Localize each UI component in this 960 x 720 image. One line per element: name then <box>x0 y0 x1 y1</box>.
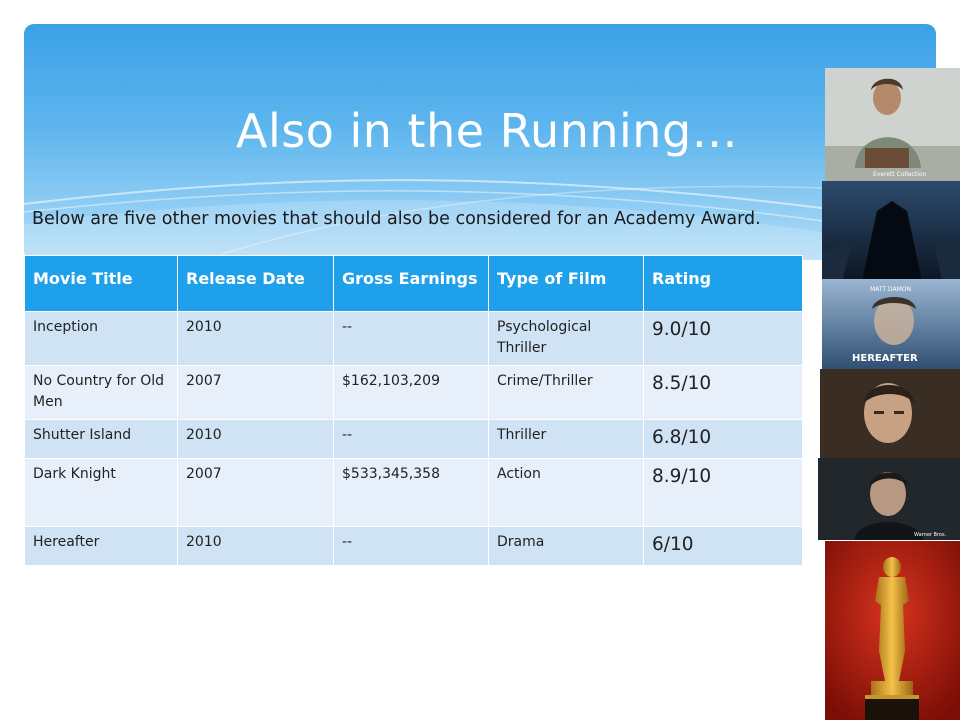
table-row: Hereafter 2010 -- Drama 6/10 <box>24 526 803 566</box>
cell-rating: 6.8/10 <box>643 419 803 459</box>
cell-movie-title: Hereafter <box>24 526 178 566</box>
table-row: Shutter Island 2010 -- Thriller 6.8/10 <box>24 419 803 459</box>
table-row: No Country for Old Men 2007 $162,103,209… <box>24 365 803 420</box>
cell-release-date: 2010 <box>177 526 334 566</box>
poster-caption: Warner Bros. <box>914 532 947 538</box>
table-row: Dark Knight 2007 $533,345,358 Action 8.9… <box>24 458 803 527</box>
cell-rating: 9.0/10 <box>643 311 803 366</box>
poster-no-country-image: Everett Collection <box>825 68 960 182</box>
oscar-statuette-image <box>825 541 960 720</box>
header-type-of-film: Type of Film <box>488 255 644 312</box>
cell-release-date: 2010 <box>177 419 334 459</box>
cell-gross-earnings: $162,103,209 <box>333 365 489 420</box>
cell-rating: 8.9/10 <box>643 458 803 527</box>
cell-type-of-film: Psychological Thriller <box>488 311 644 366</box>
cell-gross-earnings: -- <box>333 311 489 366</box>
slide-subtitle: Below are five other movies that should … <box>32 209 761 229</box>
cell-type-of-film: Thriller <box>488 419 644 459</box>
movies-table: Movie Title Release Date Gross Earnings … <box>24 255 803 566</box>
cell-movie-title: No Country for Old Men <box>24 365 178 420</box>
header-movie-title: Movie Title <box>24 255 178 312</box>
cell-rating: 8.5/10 <box>643 365 803 420</box>
cell-release-date: 2007 <box>177 365 334 420</box>
page-title: Also in the Running… <box>236 104 739 158</box>
cell-movie-title: Inception <box>24 311 178 366</box>
poster-dark-knight-image <box>822 181 960 281</box>
cell-release-date: 2010 <box>177 311 334 366</box>
cell-movie-title: Shutter Island <box>24 419 178 459</box>
header-gross-earnings: Gross Earnings <box>333 255 489 312</box>
cell-type-of-film: Drama <box>488 526 644 566</box>
poster-shutter-island-image <box>820 369 960 459</box>
cell-gross-earnings: -- <box>333 419 489 459</box>
cell-release-date: 2007 <box>177 458 334 527</box>
header-rating: Rating <box>643 255 803 312</box>
cell-type-of-film: Crime/Thriller <box>488 365 644 420</box>
cell-gross-earnings: -- <box>333 526 489 566</box>
poster-hereafter-image: MATT DAMON HEREAFTER <box>822 279 960 370</box>
cell-type-of-film: Action <box>488 458 644 527</box>
table-header-row: Movie Title Release Date Gross Earnings … <box>24 255 803 312</box>
poster-caption: Everett Collection <box>873 171 927 178</box>
cell-rating: 6/10 <box>643 526 803 566</box>
poster-inception-image: Warner Bros. <box>818 458 960 540</box>
header-release-date: Release Date <box>177 255 334 312</box>
cell-movie-title: Dark Knight <box>24 458 178 527</box>
cell-gross-earnings: $533,345,358 <box>333 458 489 527</box>
poster-title: HEREAFTER <box>852 353 918 364</box>
poster-actor-name: MATT DAMON <box>870 286 911 293</box>
table-row: Inception 2010 -- Psychological Thriller… <box>24 311 803 366</box>
